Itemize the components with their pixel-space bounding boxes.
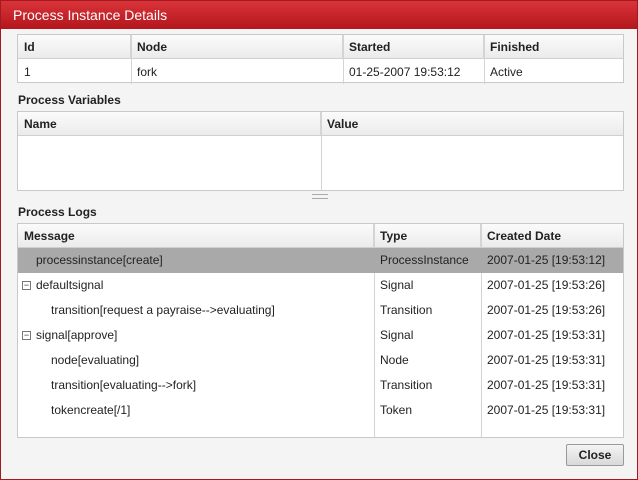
dialog-title: Process Instance Details: [1, 1, 637, 29]
variables-grid: Name Value: [17, 111, 624, 191]
table-row[interactable]: − signal[approve] Signal 2007-01-25 [19:…: [18, 323, 623, 348]
log-date: 2007-01-25 [19:53:12]: [487, 253, 606, 267]
splitter-handle[interactable]: [312, 194, 328, 199]
log-type: Transition: [380, 303, 433, 317]
process-instance-details-dialog: Process Instance Details Id Node Started…: [0, 0, 638, 480]
log-message: defaultsignal: [36, 278, 104, 292]
column-header-value[interactable]: Value: [321, 112, 623, 136]
log-type: Node: [380, 353, 409, 367]
log-type: Signal: [380, 278, 414, 292]
log-date: 2007-01-25 [19:53:26]: [487, 278, 606, 292]
column-header-message[interactable]: Message: [18, 224, 374, 248]
log-type: Transition: [380, 378, 433, 392]
log-date: 2007-01-25 [19:53:31]: [487, 353, 606, 367]
log-type: Token: [380, 403, 413, 417]
table-row[interactable]: transition[evaluating-->fork] Transition…: [18, 373, 623, 398]
close-button[interactable]: Close: [566, 444, 624, 466]
column-header-id[interactable]: Id: [18, 35, 131, 59]
log-message: node[evaluating]: [51, 353, 140, 367]
log-message: transition[evaluating-->fork]: [51, 378, 197, 392]
log-date: 2007-01-25 [19:53:26]: [487, 303, 606, 317]
column-header-name[interactable]: Name: [18, 112, 321, 136]
table-row[interactable]: tokencreate[/1] Token 2007-01-25 [19:53:…: [18, 398, 623, 423]
log-message: processinstance[create]: [36, 253, 163, 267]
column-header-finished[interactable]: Finished: [484, 35, 623, 59]
column-header-type[interactable]: Type: [374, 224, 481, 248]
logs-grid: Message Type Created Date processinstanc…: [17, 223, 624, 438]
log-message: tokencreate[/1]: [51, 403, 131, 417]
table-row[interactable]: processinstance[create] ProcessInstance …: [18, 248, 623, 273]
instance-started: 01-25-2007 19:53:12: [349, 65, 461, 79]
instance-id: 1: [24, 65, 31, 79]
process-variables-label: Process Variables: [18, 93, 121, 107]
instance-grid: Id Node Started Finished 1 fork 01-25-20…: [17, 34, 624, 84]
log-date: 2007-01-25 [19:53:31]: [487, 328, 606, 342]
log-message: transition[request a payraise-->evaluati…: [51, 303, 275, 317]
table-row[interactable]: transition[request a payraise-->evaluati…: [18, 298, 623, 323]
column-header-node[interactable]: Node: [131, 35, 343, 59]
process-logs-label: Process Logs: [18, 205, 97, 219]
table-row[interactable]: 1 fork 01-25-2007 19:53:12 Active: [18, 60, 623, 84]
log-type: Signal: [380, 328, 414, 342]
log-type: ProcessInstance: [380, 253, 469, 267]
log-message: signal[approve]: [36, 328, 118, 342]
column-header-created-date[interactable]: Created Date: [481, 224, 623, 248]
column-divider: [321, 112, 322, 190]
column-header-started[interactable]: Started: [343, 35, 484, 59]
instance-node: fork: [137, 65, 158, 79]
log-date: 2007-01-25 [19:53:31]: [487, 378, 606, 392]
table-row[interactable]: node[evaluating] Node 2007-01-25 [19:53:…: [18, 348, 623, 373]
instance-finished: Active: [490, 65, 523, 79]
table-row[interactable]: − defaultsignal Signal 2007-01-25 [19:53…: [18, 273, 623, 298]
log-date: 2007-01-25 [19:53:31]: [487, 403, 606, 417]
